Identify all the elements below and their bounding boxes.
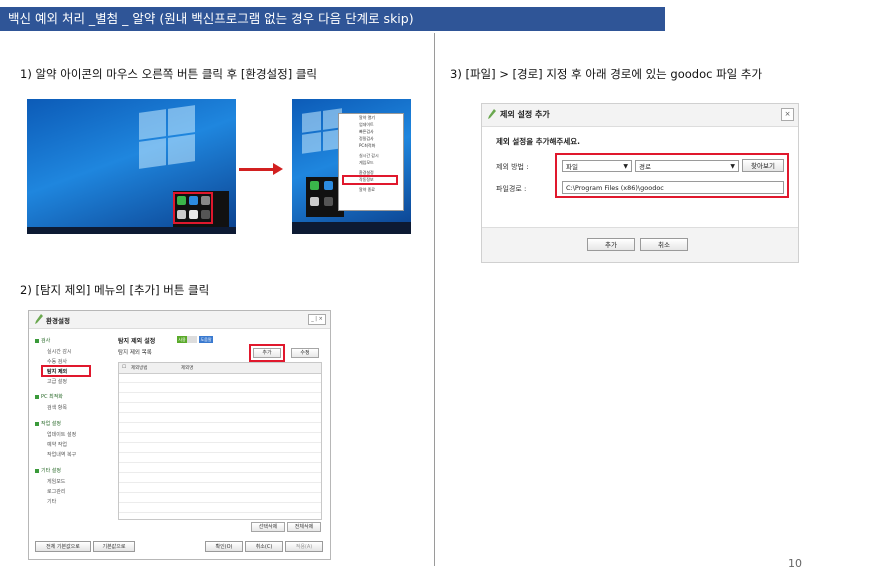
settings-highlight bbox=[342, 175, 398, 185]
sidebar-item[interactable]: 작업내역 복구 bbox=[47, 451, 76, 458]
group-dot-icon bbox=[35, 338, 39, 343]
context-menu-item[interactable]: 알약 열기 bbox=[339, 114, 403, 121]
dialog-highlight bbox=[555, 153, 789, 198]
content-subtitle: 탐지 제외 목록 bbox=[118, 350, 152, 356]
step-3-label: 3) [파일] > [경로] 지정 후 아래 경로에 있는 goodoc 파일 … bbox=[450, 67, 763, 81]
alyac-tray-icon[interactable] bbox=[310, 181, 319, 190]
exclusion-list: ☐ 제외방법 제외명 bbox=[118, 362, 322, 520]
reset-all-button[interactable]: 전체 기본값으로 bbox=[35, 541, 91, 552]
window-controls[interactable]: _ | × bbox=[308, 314, 326, 325]
settings-window-header: 환경설정 _ | × bbox=[29, 311, 330, 329]
add-highlight bbox=[249, 344, 285, 362]
context-menu-item[interactable]: 업데이트 bbox=[339, 121, 403, 128]
sidebar-group-label: 작업 설정 bbox=[41, 421, 61, 427]
exclusion-highlight bbox=[41, 365, 91, 377]
sidebar-item[interactable]: 기타 bbox=[47, 498, 56, 505]
edit-button[interactable]: 수정 bbox=[291, 348, 319, 358]
content-title: 탐지 제외 설정 bbox=[118, 338, 156, 345]
sidebar-item[interactable]: 게임모드 bbox=[47, 478, 65, 485]
tray-icon[interactable] bbox=[310, 197, 319, 206]
column-divider bbox=[434, 33, 435, 566]
checkbox-icon[interactable]: ☐ bbox=[122, 365, 126, 370]
ok-button[interactable]: 확인(O) bbox=[205, 541, 243, 552]
group-dot-icon bbox=[35, 394, 39, 399]
step-2-label: 2) [탐지 제외] 메뉴의 [추가] 버튼 클릭 bbox=[20, 283, 210, 297]
tray-highlight bbox=[173, 192, 213, 224]
dialog-instruction: 제외 설정을 추가해주세요. bbox=[496, 137, 580, 146]
settings-content: 탐지 제외 설정 사용 도움말 탐지 제외 목록 추가 수정 ☐ 제외방법 제외… bbox=[115, 333, 323, 535]
tray-icon[interactable] bbox=[324, 197, 333, 206]
toggle-off[interactable] bbox=[187, 336, 197, 343]
help-badge[interactable]: 도움말 bbox=[199, 336, 213, 343]
context-menu-item[interactable]: 알약 종료 bbox=[339, 186, 403, 193]
sidebar-item[interactable]: 업데이트 설정 bbox=[47, 431, 76, 438]
context-menu-item[interactable]: 정밀검사 bbox=[339, 135, 403, 142]
sidebar-group-label: PC 최적화 bbox=[41, 394, 63, 400]
sidebar-group[interactable]: 작업 설정 bbox=[35, 420, 61, 427]
sidebar-item[interactable]: 검색 항목 bbox=[47, 404, 67, 411]
context-menu-item[interactable]: 게임모드 bbox=[339, 159, 403, 166]
settings-sidebar: 검사 실시간 감시 수동 검사 탐지 제외 고급 설정 PC 최적화 검색 항목… bbox=[33, 333, 111, 535]
sidebar-item[interactable]: 로그관리 bbox=[47, 488, 65, 495]
pencil-icon bbox=[35, 314, 43, 324]
reset-button[interactable]: 기본값으로 bbox=[93, 541, 135, 552]
arrow-right-icon bbox=[273, 163, 283, 175]
sidebar-group-label: 기타 설정 bbox=[41, 468, 61, 474]
taskbar bbox=[27, 227, 236, 234]
dialog-header: 제외 설정 추가 × bbox=[482, 104, 798, 127]
cancel-button[interactable]: 취소(C) bbox=[245, 541, 283, 552]
desktop-screenshot-tray bbox=[27, 99, 236, 234]
step-1-label: 1) 알약 아이콘의 마우스 오른쪽 버튼 클릭 후 [환경설정] 클릭 bbox=[20, 67, 318, 81]
close-button[interactable]: × bbox=[781, 108, 794, 121]
tray-icon[interactable] bbox=[324, 181, 333, 190]
exclusion-dialog: 제외 설정 추가 × 제외 설정을 추가해주세요. 제외 방법 : 파일 ▼ 경로… bbox=[481, 103, 799, 263]
sidebar-group[interactable]: 검사 bbox=[35, 337, 50, 344]
dialog-title: 제외 설정 추가 bbox=[500, 110, 550, 119]
sidebar-group[interactable]: 기타 설정 bbox=[35, 467, 61, 474]
toggle-on[interactable]: 사용 bbox=[177, 336, 187, 343]
sidebar-item[interactable]: 예약 작업 bbox=[47, 441, 67, 448]
desktop-screenshot-menu: 알약 열기 업데이트 빠른검사 정밀검사 PC최적화 실시간 감시 게임모드 환… bbox=[292, 99, 411, 234]
group-dot-icon bbox=[35, 468, 39, 473]
dialog-footer: 추가 취소 bbox=[482, 227, 798, 262]
page-number: 10 bbox=[788, 557, 802, 570]
pencil-icon bbox=[488, 109, 496, 119]
list-header-name: 제외명 bbox=[181, 366, 194, 371]
add-button[interactable]: 추가 bbox=[587, 238, 635, 251]
settings-window: 환경설정 _ | × 검사 실시간 감시 수동 검사 탐지 제외 고급 설정 P… bbox=[28, 310, 331, 560]
taskbar bbox=[292, 222, 411, 234]
sidebar-item[interactable]: 실시간 감시 bbox=[47, 348, 72, 355]
sidebar-item[interactable]: 수동 검사 bbox=[47, 358, 67, 365]
context-menu: 알약 열기 업데이트 빠른검사 정밀검사 PC최적화 실시간 감시 게임모드 환… bbox=[338, 113, 404, 211]
list-header-method: 제외방법 bbox=[131, 366, 148, 371]
settings-window-title: 환경설정 bbox=[46, 317, 70, 325]
context-menu-item[interactable]: 실시간 감시 bbox=[339, 152, 403, 159]
context-menu-item[interactable]: 빠른검사 bbox=[339, 128, 403, 135]
windows-logo-icon bbox=[139, 105, 195, 169]
method-label: 제외 방법 : bbox=[496, 163, 529, 171]
sidebar-group-label: 검사 bbox=[41, 338, 51, 344]
cancel-button[interactable]: 취소 bbox=[640, 238, 688, 251]
context-menu-item[interactable]: PC최적화 bbox=[339, 142, 403, 149]
apply-button[interactable]: 적용(A) bbox=[285, 541, 323, 552]
arrow-line bbox=[239, 168, 275, 171]
windows-logo-icon bbox=[302, 108, 342, 154]
delete-all-button[interactable]: 전체삭제 bbox=[287, 522, 321, 532]
group-dot-icon bbox=[35, 421, 39, 426]
slide-title: 백신 예외 처리 _별첨 _ 알약 (원내 백신프로그램 없는 경우 다음 단계… bbox=[0, 7, 665, 31]
sidebar-group[interactable]: PC 최적화 bbox=[35, 393, 63, 400]
delete-selected-button[interactable]: 선택삭제 bbox=[251, 522, 285, 532]
list-header: ☐ 제외방법 제외명 bbox=[119, 363, 321, 374]
filepath-label: 파일경로 : bbox=[496, 185, 527, 193]
sidebar-item[interactable]: 고급 설정 bbox=[47, 378, 67, 385]
